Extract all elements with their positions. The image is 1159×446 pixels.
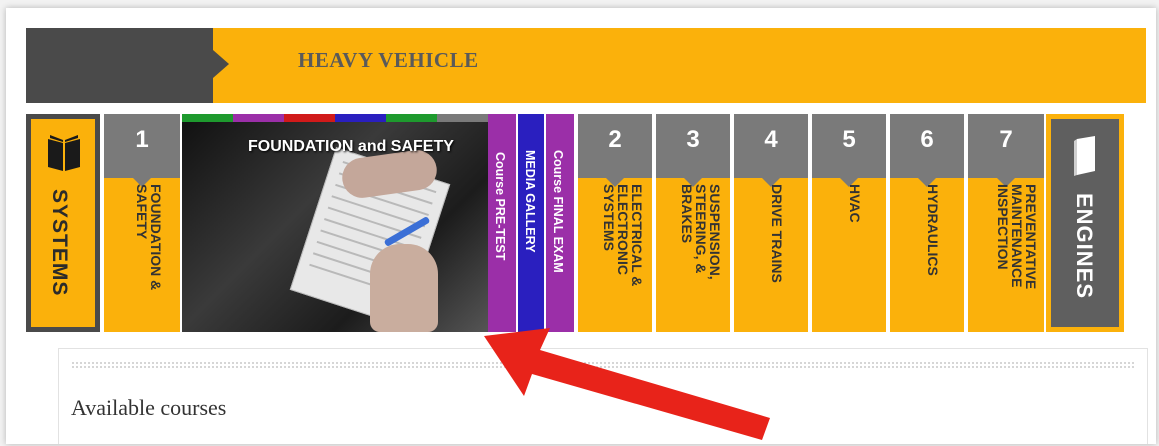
tile-label: HVAC — [847, 184, 863, 223]
banner-dark-block — [26, 28, 229, 103]
tile-label: PREVENTATIVE MAINTENANCE INSPECTION — [995, 184, 1039, 290]
systems-button[interactable]: SYSTEMS — [26, 114, 100, 332]
tile-label: DRIVE TRAINS — [769, 184, 785, 283]
engines-label: ENGINES — [1072, 193, 1097, 300]
tile-number: 3 — [686, 126, 700, 153]
available-courses-panel: Available courses — [58, 348, 1148, 444]
systems-label: SYSTEMS — [48, 189, 71, 297]
color-stripes — [182, 114, 488, 122]
tile-number: 1 — [135, 126, 149, 153]
tile-electrical[interactable]: 2 ELECTRICAL & ELECTRONIC SYSTEMS — [576, 114, 652, 332]
tile-preventative-maintenance[interactable]: 7 PREVENTATIVE MAINTENANCE INSPECTION — [966, 114, 1044, 332]
panel-title: Available courses — [71, 395, 227, 420]
tile-number: 4 — [764, 126, 778, 153]
tile-number: 5 — [842, 126, 856, 153]
photo-title: FOUNDATION and SAFETY — [248, 138, 454, 155]
tile-hydraulics[interactable]: 6 HYDRAULICS — [888, 114, 964, 332]
tile-label: ELECTRICAL & ELECTRONIC SYSTEMS — [601, 184, 645, 287]
panel-divider — [71, 361, 1135, 369]
strip-label: Course PRE-TEST — [493, 152, 507, 261]
banner-title: HEAVY VEHICLE — [298, 48, 479, 72]
program-banner: HEAVY VEHICLE — [26, 28, 1146, 103]
course-final-exam-link[interactable]: Course FINAL EXAM — [546, 114, 574, 332]
strip-label: Course FINAL EXAM — [551, 150, 565, 273]
tile-hvac[interactable]: 5 HVAC — [810, 114, 886, 332]
tile-label: HYDRAULICS — [925, 184, 941, 276]
tile-number: 2 — [608, 126, 622, 153]
tile-number: 6 — [920, 126, 934, 153]
foundation-safety-photo[interactable]: FOUNDATION and SAFETY — [182, 114, 488, 332]
engine-book-icon — [1074, 136, 1095, 176]
engines-button[interactable]: ENGINES — [1046, 114, 1124, 332]
book-icon — [48, 135, 80, 171]
strip-label: MEDIA GALLERY — [523, 150, 537, 253]
media-gallery-link[interactable]: MEDIA GALLERY — [518, 114, 544, 332]
course-pre-test-link[interactable]: Course PRE-TEST — [488, 114, 516, 332]
tile-label: FOUNDATION & SAFETY — [134, 184, 164, 291]
tile-drive-trains[interactable]: 4 DRIVE TRAINS — [732, 114, 808, 332]
tile-number: 7 — [999, 126, 1013, 153]
course-navigation: SYSTEMS 1 FOUNDATION & SAFETY FOUNDATION… — [26, 114, 1124, 332]
tile-suspension[interactable]: 3 SUSPENSION, STEERING, & BRAKES — [654, 114, 730, 332]
tile-foundation-safety[interactable]: 1 FOUNDATION & SAFETY — [102, 114, 180, 332]
tile-label: SUSPENSION, STEERING, & BRAKES — [679, 184, 723, 280]
